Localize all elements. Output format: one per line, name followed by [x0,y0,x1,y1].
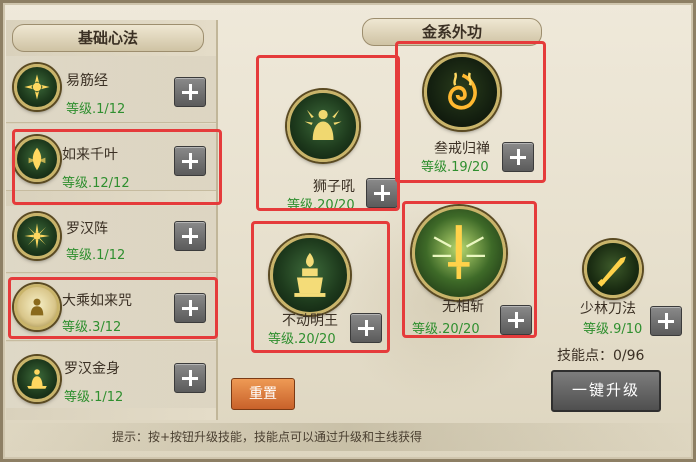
skill-level: 等级.1/12 [66,248,126,263]
skill-level: 等级.1/12 [66,102,126,117]
upgrade-plus-button[interactable] [174,221,206,251]
tip-bar: 提示：按+按钮升级技能，技能点可以通过升级和主线获得 [0,423,696,451]
highlight-box [256,55,400,211]
left-panel-title: 基础心法 [12,24,204,52]
skill-points: 技能点：0/96 [557,348,645,364]
one-key-upgrade-button[interactable]: 一键升级 [551,370,661,412]
highlight-box [12,129,222,205]
luohan-jinshen-icon[interactable] [14,356,60,402]
highlight-box [251,221,390,353]
skill-level: 等级.1/12 [64,390,124,405]
upgrade-plus-button[interactable] [650,306,682,336]
upgrade-plus-button[interactable] [174,363,206,393]
yijinjing-icon[interactable] [14,64,60,110]
skill-name: 罗汉金身 [64,361,120,377]
skill-name: 易筋经 [66,73,108,89]
luohanzhen-icon[interactable] [14,213,60,259]
highlight-box [402,201,537,338]
highlight-box [395,41,546,183]
skill-name: 少林刀法 [580,301,636,317]
shaolin-daofa-icon[interactable] [584,240,642,298]
highlight-box [8,277,218,339]
skill-name: 罗汉阵 [66,221,108,237]
skill-level: 等级.9/10 [583,322,643,337]
upgrade-plus-button[interactable] [174,77,206,107]
reset-button[interactable]: 重置 [231,378,295,410]
